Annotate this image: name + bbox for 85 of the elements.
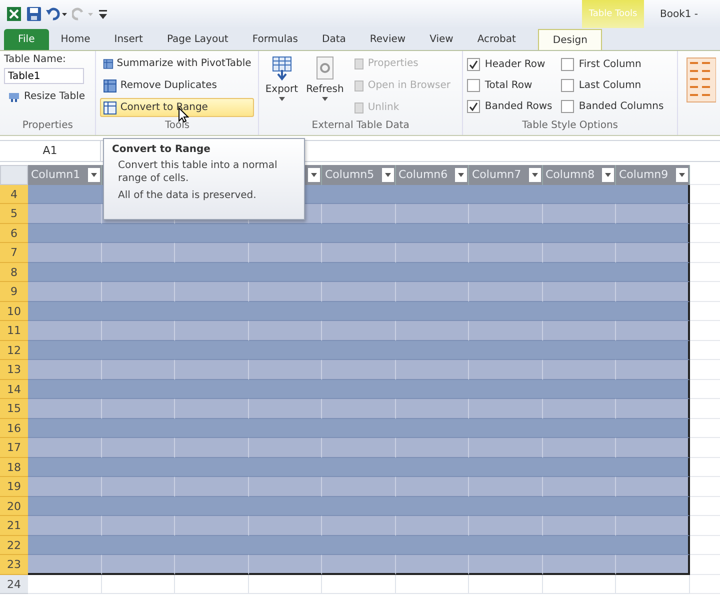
refresh-button[interactable]: Refresh (304, 54, 346, 120)
option-checkbox[interactable]: Total Row (466, 75, 561, 96)
row-number[interactable]: 7 (0, 243, 28, 262)
row-number[interactable]: 6 (0, 224, 28, 243)
document-icon (352, 58, 365, 70)
row-number[interactable]: 22 (0, 536, 28, 555)
ribbon-tab[interactable]: Acrobat (465, 29, 528, 50)
undo-icon[interactable] (46, 7, 68, 21)
tooltip-note: All of the data is preserved. (117, 190, 258, 202)
row-number[interactable]: 20 (0, 496, 28, 516)
ribbon-command[interactable]: Summarize with PivotTable (100, 54, 254, 73)
resize-icon (7, 90, 21, 102)
caret-icon (322, 97, 328, 101)
filter-dropdown-icon[interactable] (382, 168, 394, 182)
row-number[interactable]: 5 (0, 204, 28, 224)
ribbon-tab[interactable]: Insert (102, 29, 155, 50)
check-icon (468, 102, 478, 111)
check-icon (468, 60, 478, 69)
option-checkbox[interactable]: First Column (560, 54, 671, 75)
filter-dropdown-icon[interactable] (455, 168, 467, 182)
row-number[interactable]: 12 (0, 340, 28, 360)
caret-icon (278, 97, 285, 101)
option-checkbox[interactable]: Banded Rows (466, 96, 561, 117)
document-icon (352, 80, 365, 92)
row-number[interactable]: 24 (0, 574, 28, 594)
document-icon (352, 102, 365, 114)
ribbon-tab[interactable]: Design (538, 29, 602, 50)
ribbon-command[interactable]: Remove Duplicates (100, 76, 254, 95)
row-number[interactable]: 9 (0, 282, 28, 302)
group-label: Tools (164, 120, 191, 133)
export-button[interactable]: Export (263, 54, 300, 120)
option-checkbox[interactable]: Header Row (466, 54, 561, 75)
group-label: Properties (21, 120, 74, 133)
filter-dropdown-icon[interactable] (528, 168, 540, 182)
save-icon[interactable] (26, 6, 42, 22)
checkbox[interactable] (466, 100, 480, 113)
customize-icon[interactable] (98, 7, 108, 21)
file-tab[interactable]: File (4, 29, 49, 50)
checkbox[interactable] (466, 79, 480, 92)
row-number[interactable]: 23 (0, 555, 28, 574)
name-box[interactable]: A1 (0, 141, 101, 161)
row-number[interactable]: 16 (0, 418, 28, 438)
row-number[interactable]: 13 (0, 360, 28, 380)
row-number[interactable]: 18 (0, 458, 28, 477)
row-number[interactable]: 4 (0, 184, 28, 204)
ribbon-tab[interactable]: Page Layout (154, 29, 240, 50)
table-style-icon (686, 57, 716, 103)
group-label: External Table Data (310, 120, 410, 133)
table-arrow-icon (270, 56, 294, 82)
ribbon-command[interactable]: Convert to Range (100, 98, 254, 117)
ribbon-tab[interactable]: View (418, 29, 466, 50)
group-label: Table Style Options (521, 120, 620, 133)
table-name-field[interactable]: Table1 (4, 68, 84, 84)
tooltip-title: Convert to Range (112, 144, 212, 155)
filter-dropdown-icon[interactable] (676, 168, 688, 182)
row-number[interactable]: 17 (0, 438, 28, 458)
ribbon-tab[interactable]: Formulas (240, 29, 310, 50)
filter-dropdown-icon[interactable] (602, 168, 614, 182)
tooltip-text: Convert this table into a normal range of cells. (117, 160, 278, 185)
row-number[interactable]: 15 (0, 399, 28, 418)
window-title: Book1 - (660, 8, 700, 20)
table-command-icon (103, 56, 114, 70)
ribbon-tab[interactable]: Data (310, 29, 358, 50)
row-number[interactable]: 11 (0, 321, 28, 340)
checkbox[interactable] (466, 58, 480, 71)
row-number[interactable]: 8 (0, 262, 28, 282)
row-number[interactable]: 10 (0, 302, 28, 321)
checkbox[interactable] (560, 58, 574, 71)
contextual-tab-label: Table Tools (588, 9, 638, 19)
table-command-icon (103, 78, 118, 92)
resize-table-button[interactable]: Resize Table (4, 87, 92, 106)
filter-dropdown-icon[interactable] (308, 168, 320, 182)
option-checkbox[interactable]: Last Column (560, 75, 671, 96)
table-command-icon (103, 100, 118, 114)
option-checkbox[interactable]: Banded Columns (560, 96, 671, 117)
row-number[interactable]: 14 (0, 380, 28, 399)
checkbox[interactable] (560, 79, 574, 92)
checkbox[interactable] (560, 100, 574, 113)
table-name-label: Table Name: (4, 54, 67, 65)
row-number[interactable]: 21 (0, 516, 28, 536)
excel-icon[interactable] (6, 6, 22, 22)
filter-dropdown-icon[interactable] (88, 168, 100, 182)
ribbon-tab[interactable]: Home (48, 29, 102, 50)
ribbon-tab[interactable]: Review (358, 29, 418, 50)
row-number[interactable]: 19 (0, 477, 28, 496)
